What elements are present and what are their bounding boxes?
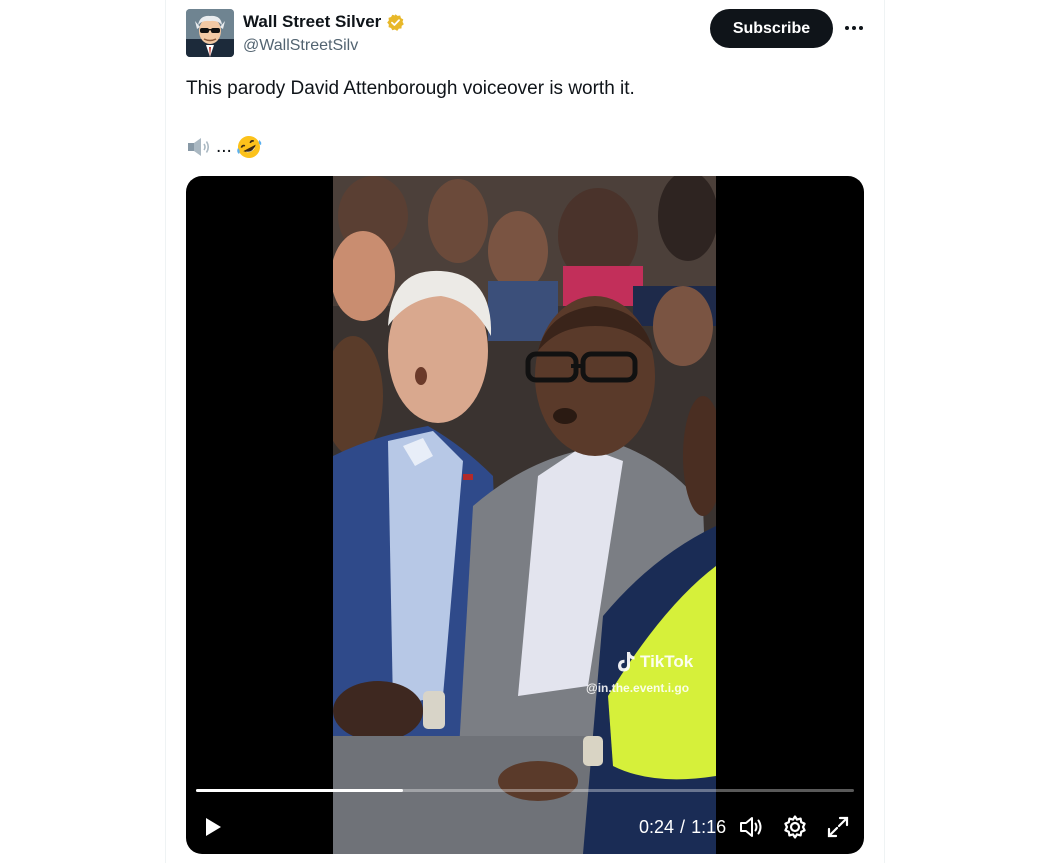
- subscribe-button[interactable]: Subscribe: [710, 9, 833, 48]
- video-progress-fill: [196, 789, 404, 792]
- fullscreen-icon: [827, 816, 849, 838]
- video-progress-bar[interactable]: [196, 789, 854, 792]
- tweet-text: This parody David Attenborough voiceover…: [186, 78, 635, 99]
- video-player[interactable]: TikTok @in.the.event.i.go 0:24 / 1:16: [186, 176, 864, 854]
- wall-street-bets-avatar-icon: [186, 9, 234, 57]
- fullscreen-button[interactable]: [825, 814, 851, 840]
- volume-icon: [740, 817, 762, 837]
- rofl-emoji-icon: [236, 134, 262, 160]
- tiktok-watermark: TikTok: [616, 651, 693, 673]
- ellipsis-icon: [845, 26, 863, 30]
- avatar[interactable]: [186, 9, 234, 57]
- verified-badge-icon: [386, 13, 405, 32]
- tiktok-username: @in.the.event.i.go: [586, 681, 690, 695]
- gear-icon: [784, 815, 806, 839]
- tiktok-icon: [618, 652, 635, 672]
- author-display-name[interactable]: Wall Street Silver: [243, 12, 381, 32]
- tweet-ellipsis: ...: [216, 136, 232, 157]
- volume-button[interactable]: [738, 814, 764, 840]
- tweet-emoji-line: ...: [186, 134, 262, 160]
- author-handle[interactable]: @WallStreetSilv: [243, 37, 358, 55]
- play-button[interactable]: [200, 814, 226, 840]
- author-name-row: Wall Street Silver: [243, 12, 405, 32]
- tiktok-brand-label: TikTok: [640, 652, 694, 671]
- play-icon: [206, 818, 221, 836]
- more-options-button[interactable]: [840, 14, 868, 42]
- video-time-separator: /: [680, 817, 686, 837]
- settings-button[interactable]: [782, 814, 808, 840]
- speaker-emoji-icon: [186, 136, 212, 158]
- video-current-time: 0:24: [639, 817, 675, 837]
- video-frame[interactable]: [333, 176, 716, 854]
- video-duration: 1:16: [691, 817, 727, 837]
- video-time-readout: 0:24 / 1:16: [639, 817, 726, 838]
- video-thumbnail-scene: [333, 176, 716, 854]
